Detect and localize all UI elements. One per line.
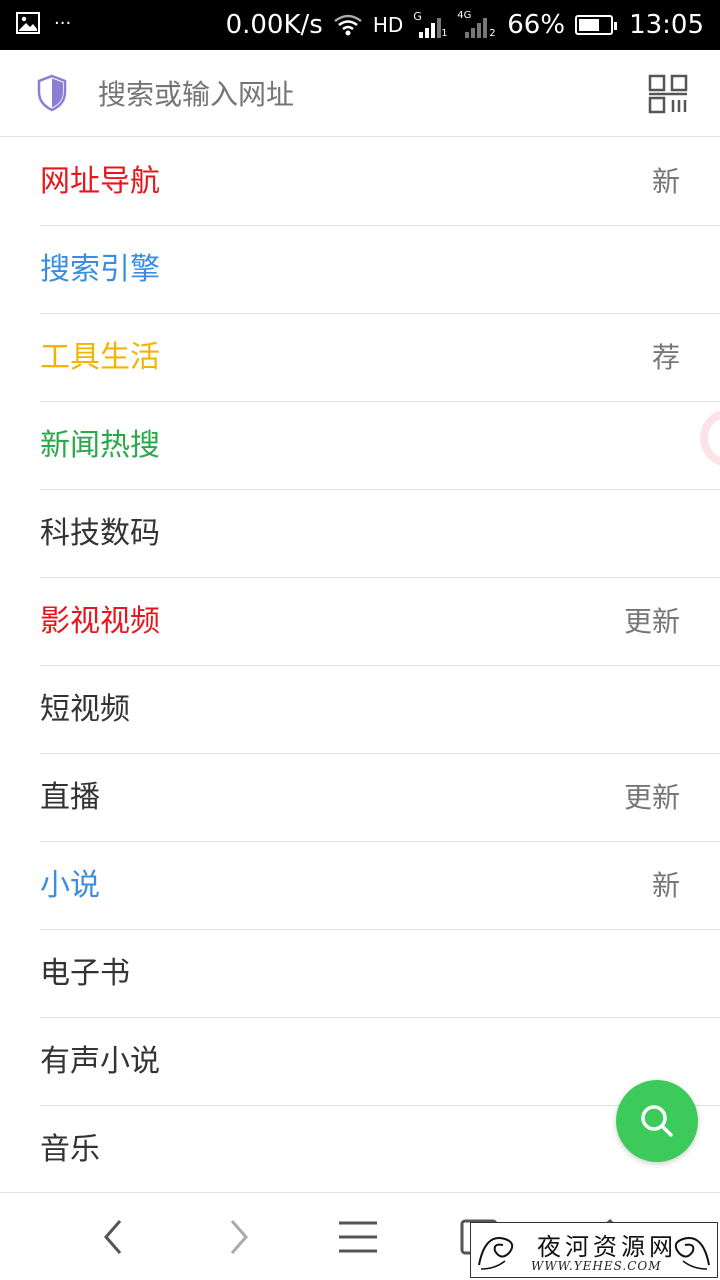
chevron-right-icon[interactable]: [216, 1215, 260, 1259]
list-item-badge: 新: [651, 165, 680, 198]
clock: 13:05: [629, 10, 704, 40]
list-item-0[interactable]: 网址导航 新: [40, 138, 720, 226]
list-item-7[interactable]: 直播 更新: [40, 754, 720, 842]
address-bar: [0, 50, 720, 137]
watermark: 夜河资源网 WWW.YEHES.COM: [470, 1222, 718, 1278]
list-item-8[interactable]: 小说 新: [40, 842, 720, 930]
list-item-label: 搜索引擎: [40, 252, 160, 287]
network-speed: 0.00K/s: [225, 10, 323, 40]
sim1-signal: G 1: [413, 10, 447, 40]
hd-indicator: HD: [372, 13, 404, 37]
list-item-badge: 更新: [623, 781, 680, 814]
list-item-label: 电子书: [40, 956, 130, 991]
list-item-2[interactable]: 工具生活 荐: [40, 314, 720, 402]
list-item-label: 影视视频: [40, 604, 160, 639]
list-item-label: 新闻热搜: [40, 428, 160, 463]
ornament-right-icon: [674, 1237, 710, 1270]
list-item-6[interactable]: 短视频: [40, 666, 720, 754]
list-item-3[interactable]: 新闻热搜: [40, 402, 720, 490]
list-item-label: 科技数码: [40, 516, 160, 551]
watermark-subtitle: WWW.YEHES.COM: [531, 1259, 662, 1273]
list-item-label: 有声小说: [40, 1044, 160, 1079]
list-item-9[interactable]: 电子书: [40, 930, 720, 1018]
list-item-label: 短视频: [40, 692, 130, 727]
list-item-badge: 新: [651, 869, 680, 902]
list-item-label: 网址导航: [40, 164, 160, 199]
list-item-label: 小说: [40, 868, 100, 903]
chevron-left-icon[interactable]: [92, 1215, 136, 1259]
list-item-badge: 荐: [651, 341, 680, 374]
battery-icon: [575, 15, 618, 35]
list-item-1[interactable]: 搜索引擎: [40, 226, 720, 314]
signal-bars-icon: [465, 16, 488, 38]
list-item-badge: 更新: [623, 605, 680, 638]
list-item-label: 直播: [40, 780, 100, 815]
battery-percent: 66%: [507, 10, 566, 40]
search-icon: [641, 1105, 673, 1137]
list-item-4[interactable]: 科技数码: [40, 490, 720, 578]
search-input[interactable]: [96, 74, 600, 116]
list-item-10[interactable]: 有声小说: [40, 1018, 720, 1106]
list-item-label: 工具生活: [40, 340, 160, 375]
shield-icon[interactable]: [36, 74, 68, 112]
notification-more-icon: ···: [54, 12, 72, 34]
wifi-icon: [334, 14, 362, 36]
list-item-label: 音乐: [40, 1132, 100, 1167]
category-list: 网址导航 新 搜索引擎 工具生活 荐 新闻热搜 科技数码 影视视频 更新 短视频…: [0, 138, 720, 1194]
status-bar: ··· 0.00K/s HD G 1 4G 2 66% 13:05: [0, 0, 720, 50]
watermark-title: 夜河资源网: [537, 1233, 677, 1261]
hamburger-menu-icon[interactable]: [336, 1215, 380, 1259]
qr-scan-icon[interactable]: [648, 74, 688, 114]
signal-bars-icon: [419, 16, 442, 38]
ornament-left-icon: [478, 1237, 514, 1270]
list-item-5[interactable]: 影视视频 更新: [40, 578, 720, 666]
sim1-index: 1: [441, 28, 448, 39]
sim2-signal: 4G 2: [457, 10, 497, 40]
image-notification-icon: [16, 12, 40, 34]
floating-search-button[interactable]: [616, 1080, 698, 1162]
sim2-index: 2: [489, 28, 496, 39]
